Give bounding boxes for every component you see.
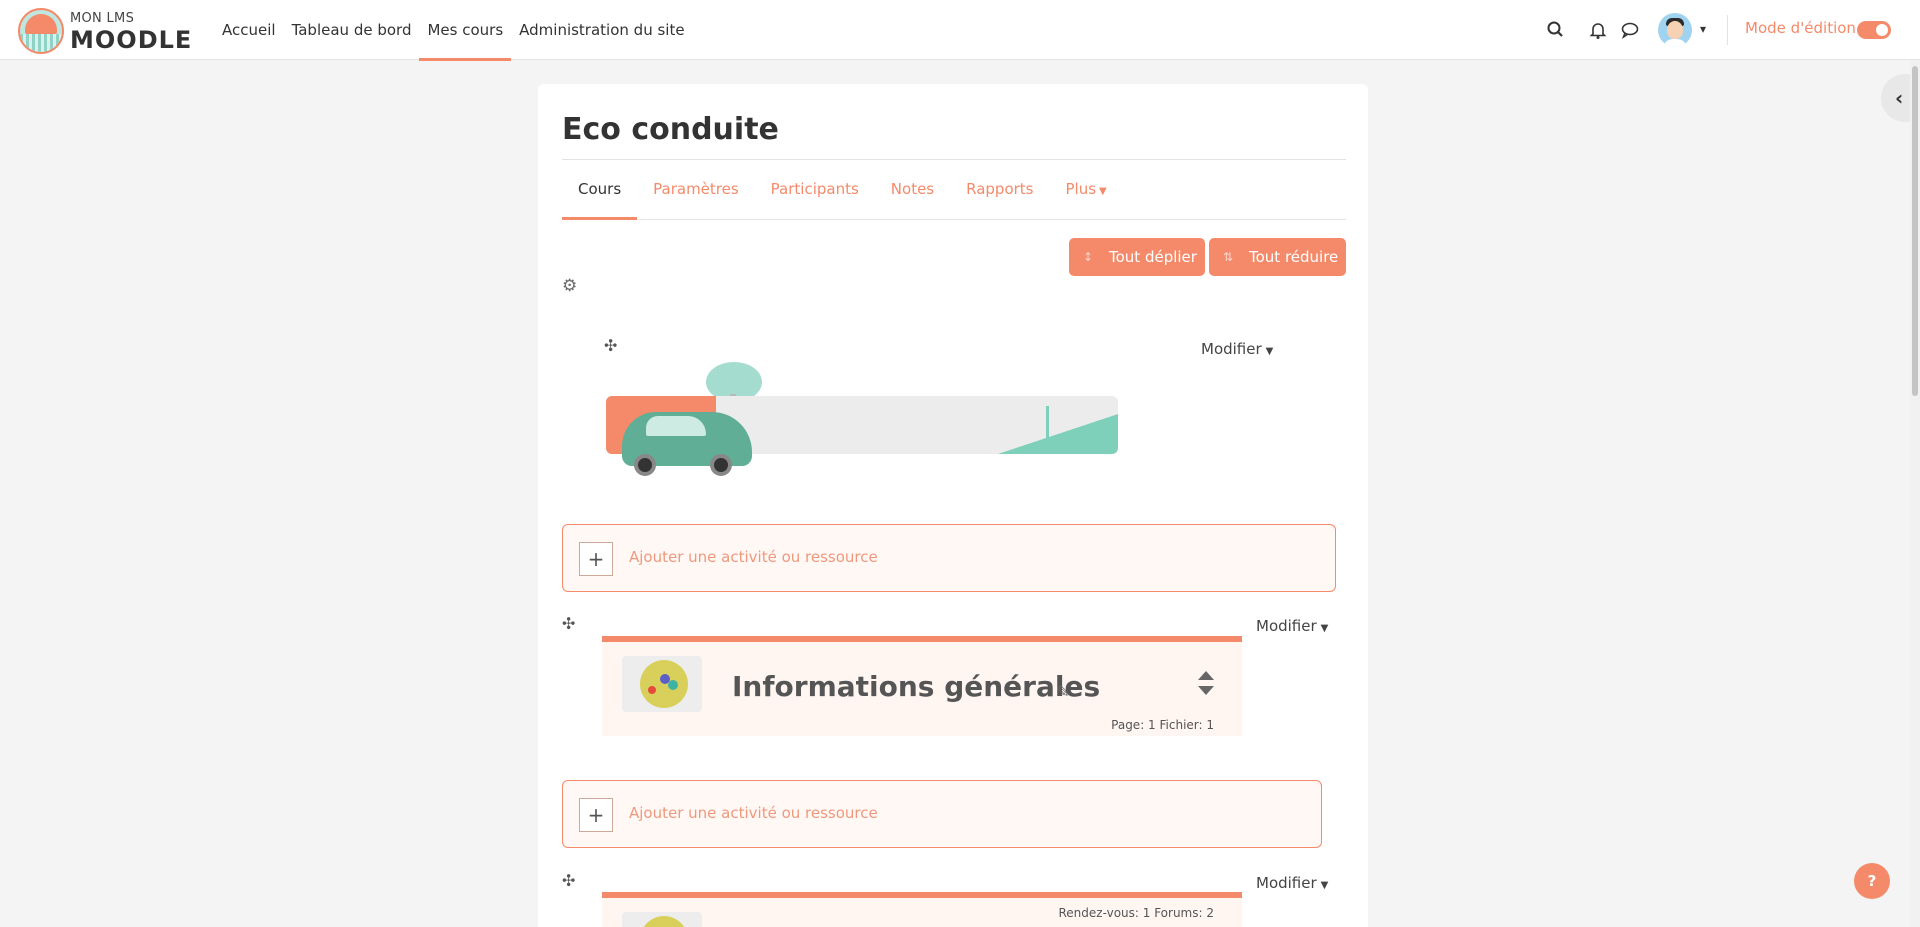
tab-parametres[interactable]: Paramètres xyxy=(637,160,755,219)
edit-pencil-icon[interactable]: ✎ xyxy=(1056,682,1069,701)
tab-cours[interactable]: Cours xyxy=(562,160,638,220)
messages-icon[interactable] xyxy=(1618,18,1642,42)
move-icon[interactable]: ✣ xyxy=(562,871,575,890)
page-scrollbar[interactable] xyxy=(1910,60,1920,927)
section-card-2[interactable]: Rendez-vous: 1 Forums: 2 xyxy=(602,892,1242,927)
section-modifier-menu[interactable]: Modifier ▼ xyxy=(1256,874,1328,892)
add-activity-label: Ajouter une activité ou ressource xyxy=(629,804,878,822)
modifier-label: Modifier xyxy=(1201,340,1262,358)
modifier-label: Modifier xyxy=(1256,874,1317,892)
plus-icon: + xyxy=(579,542,613,576)
chevron-left-icon: ‹ xyxy=(1895,86,1904,110)
edit-mode-label: Mode d'édition xyxy=(1745,19,1856,37)
tab-notes[interactable]: Notes xyxy=(875,160,950,219)
section-modifier-menu[interactable]: Modifier ▼ xyxy=(1256,617,1328,635)
expand-all-button[interactable]: ↕ Tout déplier xyxy=(1069,238,1205,276)
site-logo[interactable]: MON LMS MOODLE xyxy=(18,8,191,54)
section-activity-counts: Rendez-vous: 1 Forums: 2 xyxy=(1058,906,1215,920)
logo-emblem xyxy=(18,8,64,54)
tab-rapports[interactable]: Rapports xyxy=(950,160,1049,219)
primary-navigation: Accueil Tableau de bord Mes cours Admini… xyxy=(214,0,693,61)
course-banner-image xyxy=(606,354,1118,476)
expand-all-label: Tout déplier xyxy=(1109,248,1197,266)
edit-mode-toggle[interactable] xyxy=(1857,21,1891,39)
collapse-icon: ⇅ xyxy=(1223,250,1234,264)
notifications-bell-icon[interactable] xyxy=(1586,18,1610,42)
add-activity-label: Ajouter une activité ou ressource xyxy=(629,548,878,566)
search-icon[interactable] xyxy=(1544,18,1568,42)
section-activity-counts: Page: 1 Fichier: 1 xyxy=(1111,718,1214,732)
section-card-informations-generales[interactable]: Informations générales ✎ Page: 1 Fichier… xyxy=(602,636,1242,736)
logo-main-text: MOODLE xyxy=(70,26,193,54)
tab-participants[interactable]: Participants xyxy=(755,160,875,219)
course-card: Eco conduite Cours Paramètres Participan… xyxy=(538,84,1368,927)
user-menu-chevron-down-icon[interactable]: ▾ xyxy=(1700,22,1706,36)
section-modifier-menu[interactable]: Modifier ▼ xyxy=(1201,340,1273,358)
sort-icon[interactable] xyxy=(1196,668,1216,698)
chevron-down-icon: ▼ xyxy=(1320,880,1329,891)
chevron-down-icon: ▼ xyxy=(1099,186,1107,197)
section-thumbnail xyxy=(622,656,702,712)
page-title: Eco conduite xyxy=(562,112,779,147)
nav-item-mes-cours[interactable]: Mes cours xyxy=(419,0,511,61)
add-activity-button[interactable]: + Ajouter une activité ou ressource xyxy=(562,524,1336,592)
tab-plus[interactable]: Plus ▼ xyxy=(1050,160,1123,219)
move-icon[interactable]: ✣ xyxy=(562,614,575,633)
move-icon[interactable]: ✣ xyxy=(604,336,617,355)
chevron-down-icon: ▼ xyxy=(1265,346,1274,357)
top-navbar: MON LMS MOODLE Accueil Tableau de bord M… xyxy=(0,0,1920,61)
nav-item-administration[interactable]: Administration du site xyxy=(511,0,692,60)
collapse-all-button[interactable]: ⇅ Tout réduire xyxy=(1209,238,1346,276)
gear-icon[interactable]: ⚙ xyxy=(562,276,577,296)
nav-item-accueil[interactable]: Accueil xyxy=(214,0,284,60)
help-button[interactable]: ? xyxy=(1854,863,1890,899)
chevron-down-icon: ▼ xyxy=(1320,623,1329,634)
course-secondary-nav: Cours Paramètres Participants Notes Rapp… xyxy=(562,160,1346,220)
tab-plus-label: Plus xyxy=(1065,180,1097,198)
add-activity-button[interactable]: + Ajouter une activité ou ressource xyxy=(562,780,1322,848)
logo-top-text: MON LMS xyxy=(70,11,135,26)
section-title: Informations générales xyxy=(732,670,1101,703)
user-avatar[interactable] xyxy=(1658,13,1692,47)
expand-icon: ↕ xyxy=(1083,250,1094,264)
section-thumbnail xyxy=(622,912,702,927)
collapse-all-label: Tout réduire xyxy=(1249,248,1339,266)
plus-icon: + xyxy=(579,798,613,832)
modifier-label: Modifier xyxy=(1256,617,1317,635)
nav-item-tableau-de-bord[interactable]: Tableau de bord xyxy=(284,0,420,60)
navbar-divider xyxy=(1727,15,1728,45)
